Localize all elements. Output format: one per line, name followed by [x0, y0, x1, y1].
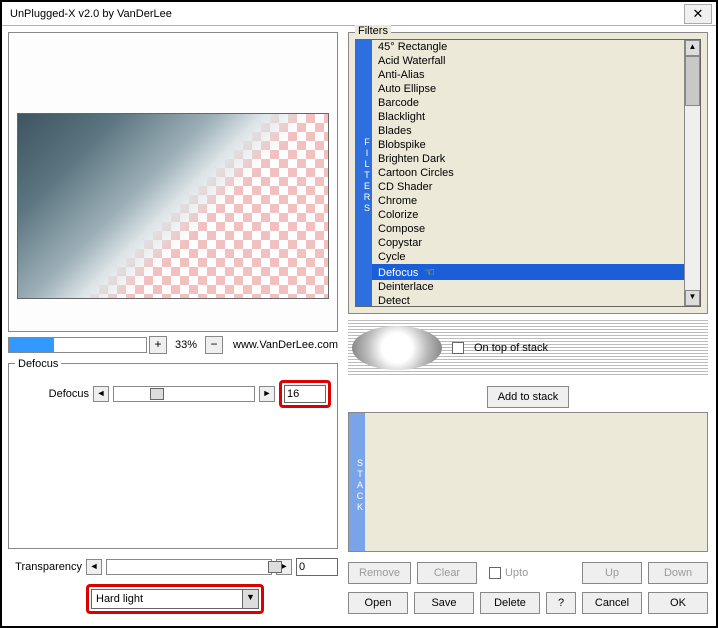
upto-checkbox[interactable]: [489, 567, 501, 579]
filter-item[interactable]: Chrome: [372, 194, 684, 208]
transparency-decrement[interactable]: ◄: [86, 559, 102, 575]
blend-row: Hard light ▼: [8, 584, 338, 614]
scroll-down-button[interactable]: ▼: [685, 290, 700, 306]
defocus-decrement[interactable]: ◄: [93, 386, 109, 402]
scroll-track[interactable]: [685, 56, 700, 290]
defocus-label: Defocus: [15, 388, 89, 400]
defocus-highlight: [279, 380, 331, 408]
on-top-label: On top of stack: [474, 342, 548, 354]
filter-item[interactable]: Detect: [372, 294, 684, 306]
preview-pane: [8, 32, 338, 332]
open-button[interactable]: Open: [348, 592, 408, 614]
zoom-slider[interactable]: [8, 337, 147, 353]
defocus-input[interactable]: [284, 385, 326, 403]
filter-item[interactable]: Barcode: [372, 96, 684, 110]
titlebar: UnPlugged-X v2.0 by VanDerLee ✕: [2, 2, 716, 26]
defocus-increment[interactable]: ►: [259, 386, 275, 402]
blend-mode-dropdown-button[interactable]: ▼: [242, 590, 258, 608]
zoom-value: 33%: [169, 339, 203, 351]
scroll-thumb[interactable]: [685, 56, 700, 106]
mid-row: On top of stack: [348, 320, 708, 376]
close-button[interactable]: ✕: [684, 4, 712, 24]
filter-list[interactable]: 45° RectangleAcid WaterfallAnti-AliasAut…: [372, 40, 684, 306]
filter-item[interactable]: Colorize: [372, 208, 684, 222]
vendor-logo: [352, 326, 442, 370]
clear-button[interactable]: Clear: [417, 562, 477, 584]
blend-mode-value: Hard light: [92, 593, 242, 605]
filters-legend: Filters: [355, 25, 391, 37]
filter-item[interactable]: Copystar: [372, 236, 684, 250]
filter-item[interactable]: Blacklight: [372, 110, 684, 124]
filters-tab[interactable]: FILTERS: [356, 40, 372, 306]
bottom-buttons-row: Open Save Delete ? Cancel OK: [348, 592, 708, 614]
defocus-thumb[interactable]: [150, 388, 164, 400]
stack-group: STACK: [348, 412, 708, 552]
filters-scrollbar[interactable]: ▲ ▼: [684, 40, 700, 306]
param-spacer: [15, 412, 331, 542]
filter-item[interactable]: Cartoon Circles: [372, 166, 684, 180]
scroll-up-button[interactable]: ▲: [685, 40, 700, 56]
blend-highlight: Hard light ▼: [86, 584, 264, 614]
filter-item[interactable]: Compose: [372, 222, 684, 236]
defocus-track[interactable]: [113, 386, 255, 402]
defocus-group: Defocus Defocus ◄ ►: [8, 358, 338, 549]
transparency-row: Transparency ◄ ►: [8, 558, 338, 576]
upto-label: Upto: [505, 567, 528, 579]
stack-list[interactable]: [365, 413, 707, 551]
up-button[interactable]: Up: [582, 562, 642, 584]
vendor-url: www.VanDerLee.com: [233, 339, 338, 351]
save-button[interactable]: Save: [414, 592, 474, 614]
defocus-legend: Defocus: [15, 358, 61, 370]
transparency-thumb[interactable]: [268, 561, 282, 573]
preview-image: [17, 113, 329, 299]
transparency-input[interactable]: [296, 558, 338, 576]
transparency-track[interactable]: [106, 559, 272, 575]
filter-item[interactable]: Anti-Alias: [372, 68, 684, 82]
right-column: Filters FILTERS 45° RectangleAcid Waterf…: [344, 26, 716, 624]
filters-inner: FILTERS 45° RectangleAcid WaterfallAnti-…: [355, 39, 701, 307]
stack-buttons-row: Remove Clear Upto Up Down: [348, 562, 708, 584]
zoom-row: + 33% − www.VanDerLee.com: [8, 336, 338, 354]
zoom-out-button[interactable]: −: [205, 336, 223, 354]
filter-item[interactable]: Acid Waterfall: [372, 54, 684, 68]
filter-item[interactable]: Deinterlace: [372, 280, 684, 294]
ok-button[interactable]: OK: [648, 592, 708, 614]
add-to-stack-button[interactable]: Add to stack: [487, 386, 570, 408]
filters-group: Filters FILTERS 45° RectangleAcid Waterf…: [348, 32, 708, 314]
content: + 33% − www.VanDerLee.com Defocus Defocu…: [2, 26, 716, 624]
left-column: + 33% − www.VanDerLee.com Defocus Defocu…: [2, 26, 344, 624]
filter-item[interactable]: Blades: [372, 124, 684, 138]
delete-button[interactable]: Delete: [480, 592, 540, 614]
defocus-row: Defocus ◄ ►: [15, 380, 331, 408]
transparency-label: Transparency: [8, 561, 82, 573]
upto-group: Upto: [489, 562, 528, 584]
on-top-checkbox[interactable]: [452, 342, 464, 354]
help-button[interactable]: ?: [546, 592, 576, 614]
filter-item[interactable]: 45° Rectangle: [372, 40, 684, 54]
filter-item[interactable]: Brighten Dark: [372, 152, 684, 166]
window-title: UnPlugged-X v2.0 by VanDerLee: [6, 8, 684, 20]
remove-button[interactable]: Remove: [348, 562, 411, 584]
cancel-button[interactable]: Cancel: [582, 592, 642, 614]
zoom-slider-fill: [9, 338, 54, 352]
filter-item[interactable]: Defocus☜: [372, 264, 684, 280]
zoom-in-button[interactable]: +: [149, 336, 167, 354]
filter-item[interactable]: Cycle: [372, 250, 684, 264]
filter-item[interactable]: Auto Ellipse: [372, 82, 684, 96]
blend-mode-combo[interactable]: Hard light ▼: [91, 589, 259, 609]
filter-item[interactable]: Blobspike: [372, 138, 684, 152]
add-stack-row: Add to stack: [348, 386, 708, 408]
down-button[interactable]: Down: [648, 562, 708, 584]
pointer-icon: ☜: [424, 265, 435, 279]
stack-tab[interactable]: STACK: [349, 413, 365, 551]
filter-item[interactable]: CD Shader: [372, 180, 684, 194]
